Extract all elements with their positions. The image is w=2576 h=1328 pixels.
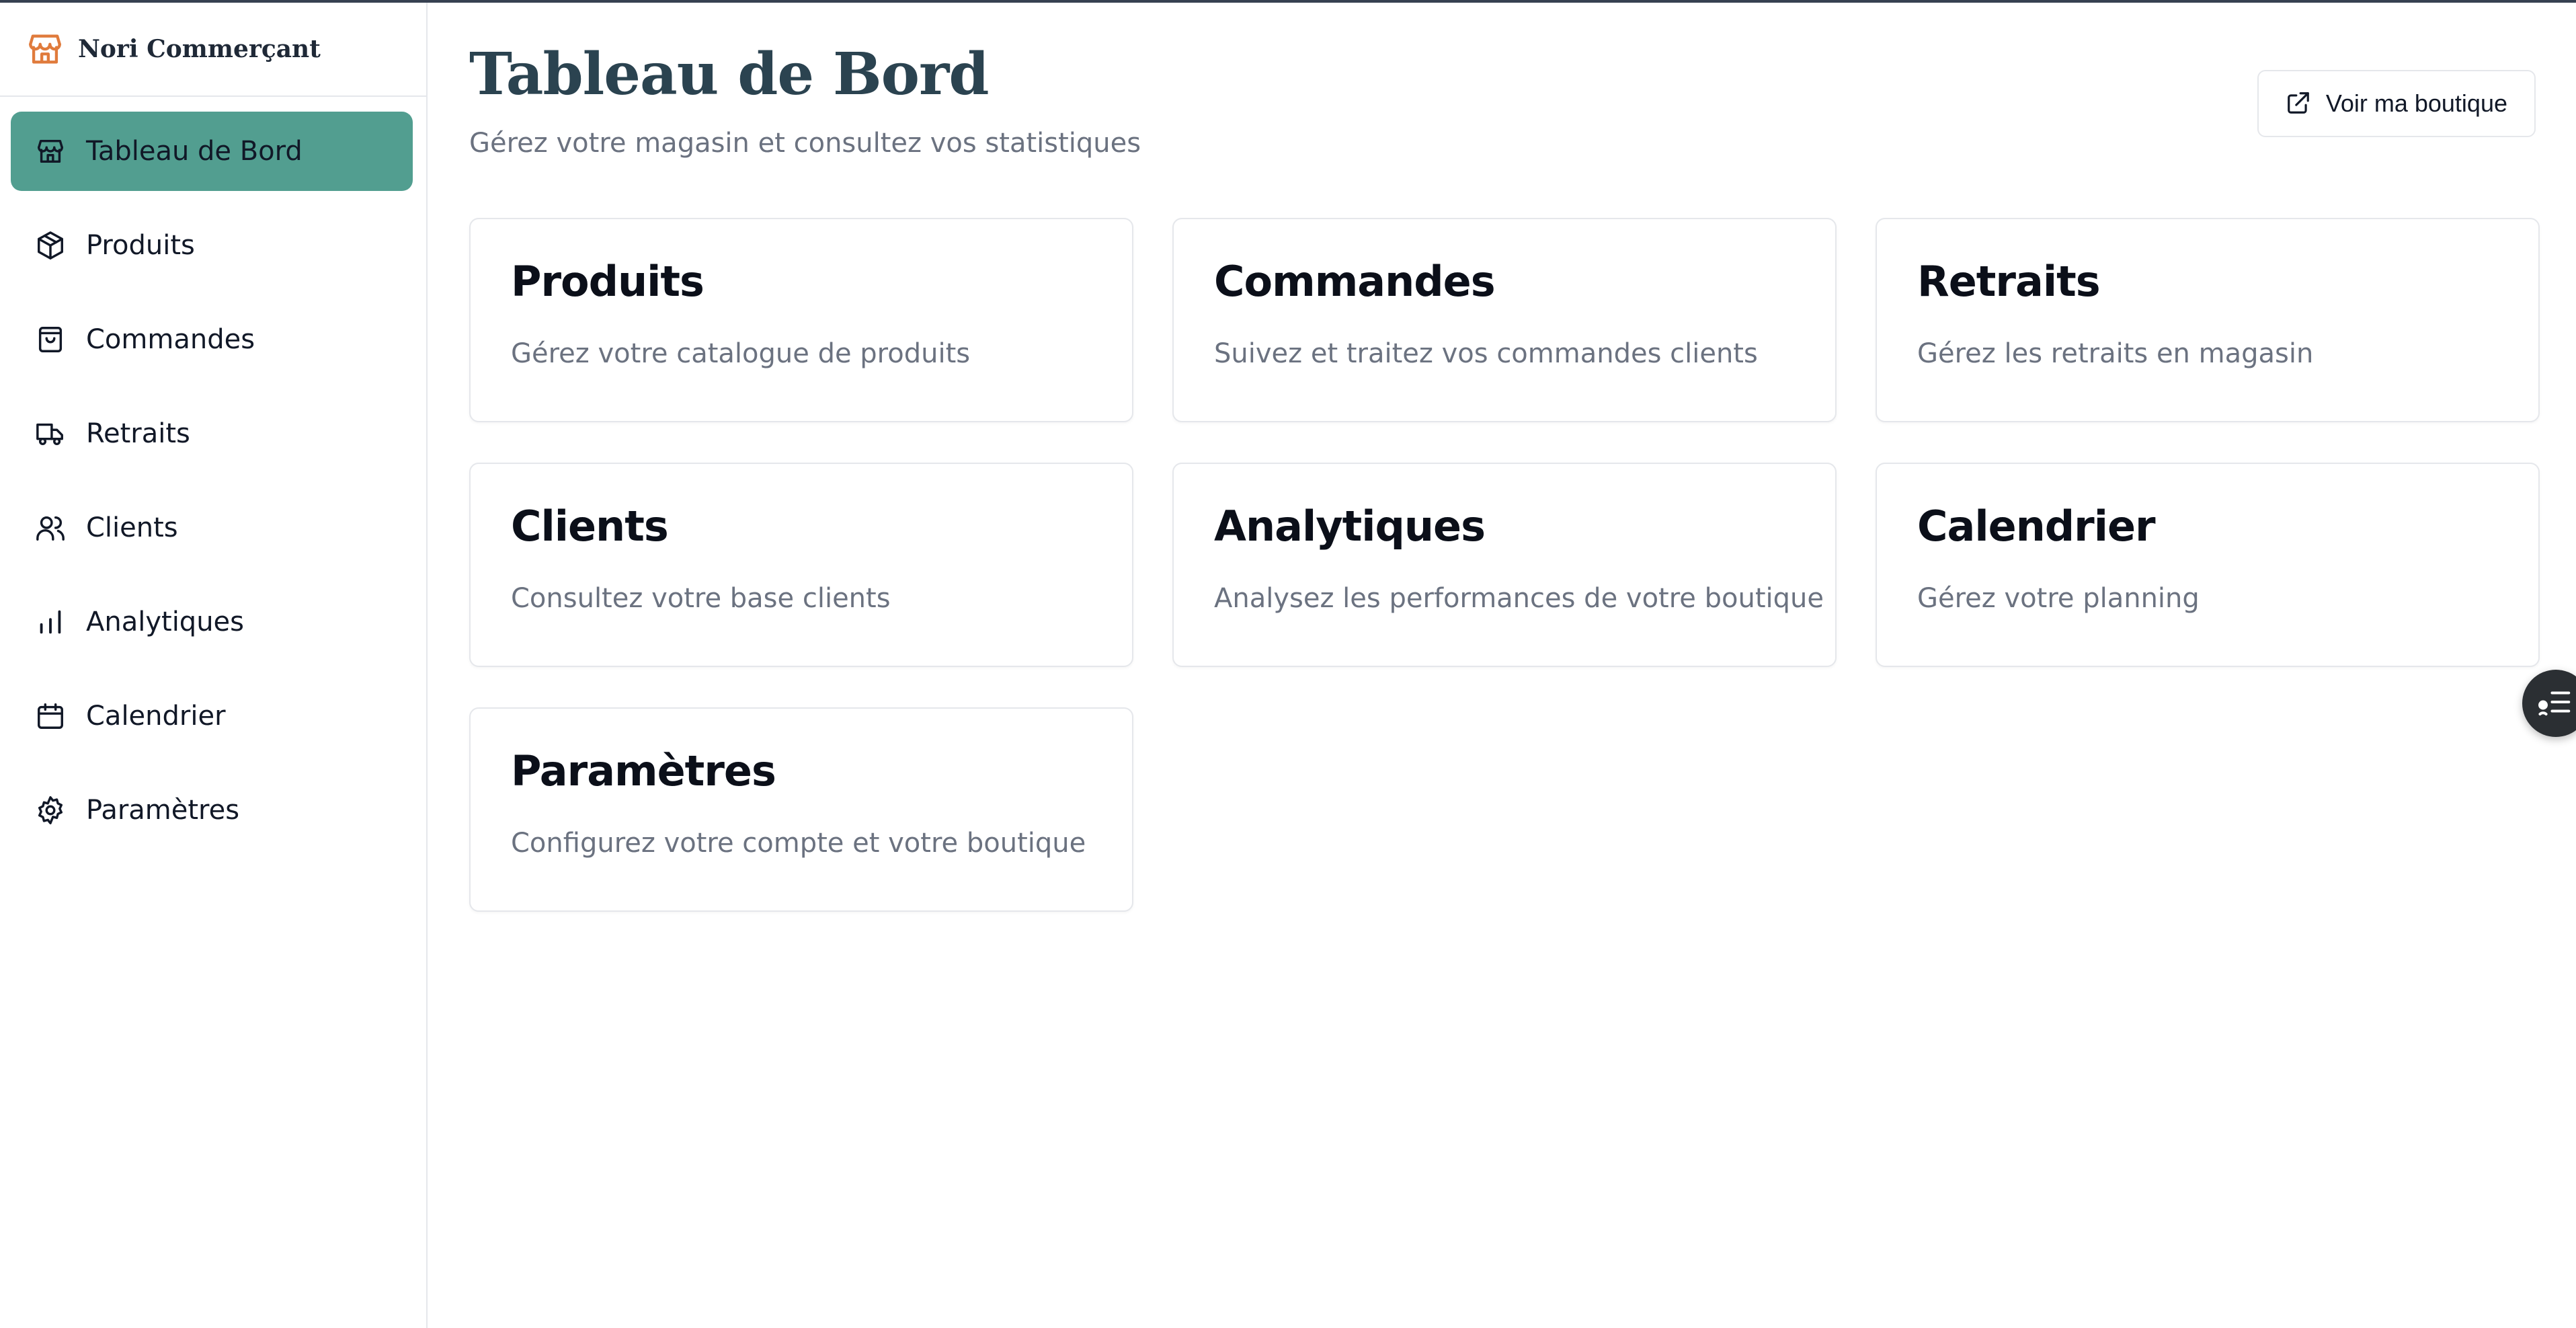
card-description: Gérez les retraits en magasin [1917, 338, 2314, 369]
bar-chart-icon [34, 605, 67, 639]
page-title: Tableau de Bord [469, 40, 989, 108]
sidebar-item-label: Calendrier [86, 701, 226, 732]
card-retraits[interactable]: Retraits Gérez les retraits en magasin [1876, 218, 2540, 422]
sidebar-item-clients[interactable]: Clients [11, 488, 413, 568]
card-description: Configurez votre compte et votre boutiqu… [511, 828, 1086, 859]
card-description: Gérez votre planning [1917, 583, 2200, 614]
sidebar-item-tableau-de-bord[interactable]: Tableau de Bord [11, 112, 413, 191]
card-description: Suivez et traitez vos commandes clients [1214, 338, 1758, 369]
card-title: Commandes [1214, 257, 1496, 306]
card-clients[interactable]: Clients Consultez votre base clients [469, 463, 1133, 667]
sidebar-item-label: Commandes [86, 324, 255, 355]
sidebar-item-label: Retraits [86, 418, 190, 449]
sidebar-item-label: Analytiques [86, 607, 244, 637]
sidebar-item-analytiques[interactable]: Analytiques [11, 582, 413, 662]
card-title: Analytiques [1214, 502, 1486, 551]
card-title: Paramètres [511, 746, 776, 795]
view-shop-button-label: Voir ma boutique [2325, 89, 2507, 117]
sidebar-item-retraits[interactable]: Retraits [11, 394, 413, 473]
store-icon [34, 134, 67, 168]
sidebar-item-label: Tableau de Bord [86, 136, 303, 167]
card-produits[interactable]: Produits Gérez votre catalogue de produi… [469, 218, 1133, 422]
package-icon [34, 229, 67, 262]
card-description: Analysez les performances de votre bouti… [1214, 583, 1824, 614]
card-description: Consultez votre base clients [511, 583, 891, 614]
sidebar-item-label: Paramètres [86, 795, 240, 826]
card-title: Produits [511, 257, 705, 306]
brand[interactable]: Nori Commerçant [0, 3, 426, 97]
app-window: Nori Commerçant Tableau de Bord Produits… [0, 0, 2576, 1328]
sidebar-item-label: Clients [86, 512, 178, 543]
external-link-icon [2286, 90, 2311, 118]
card-calendrier[interactable]: Calendrier Gérez votre planning [1876, 463, 2540, 667]
truck-icon [34, 417, 67, 451]
calendar-icon [34, 699, 67, 733]
brand-name: Nori Commerçant [78, 35, 321, 63]
card-title: Clients [511, 502, 669, 551]
sidebar-item-parametres[interactable]: Paramètres [11, 771, 413, 850]
shopping-bag-icon [34, 323, 67, 356]
view-shop-button[interactable]: Voir ma boutique [2257, 70, 2536, 137]
card-parametres[interactable]: Paramètres Configurez votre compte et vo… [469, 707, 1133, 912]
card-description: Gérez votre catalogue de produits [511, 338, 971, 369]
card-title: Calendrier [1917, 502, 2156, 551]
users-icon [34, 511, 67, 545]
main-content: Tableau de Bord Gérez votre magasin et c… [428, 3, 2576, 1328]
card-title: Retraits [1917, 257, 2101, 306]
sidebar: Nori Commerçant Tableau de Bord Produits… [0, 3, 428, 1328]
sidebar-item-commandes[interactable]: Commandes [11, 300, 413, 379]
task-list-icon [2537, 684, 2573, 723]
sidebar-nav: Tableau de Bord Produits Commandes Retra… [0, 97, 426, 850]
card-analytiques[interactable]: Analytiques Analysez les performances de… [1172, 463, 1837, 667]
sidebar-item-produits[interactable]: Produits [11, 206, 413, 285]
sidebar-item-calendrier[interactable]: Calendrier [11, 676, 413, 756]
settings-icon [34, 793, 67, 827]
store-icon [26, 30, 65, 69]
dashboard-cards: Produits Gérez votre catalogue de produi… [469, 218, 2540, 912]
page-subtitle: Gérez votre magasin et consultez vos sta… [469, 128, 1141, 159]
card-commandes[interactable]: Commandes Suivez et traitez vos commande… [1172, 218, 1837, 422]
sidebar-item-label: Produits [86, 230, 195, 261]
